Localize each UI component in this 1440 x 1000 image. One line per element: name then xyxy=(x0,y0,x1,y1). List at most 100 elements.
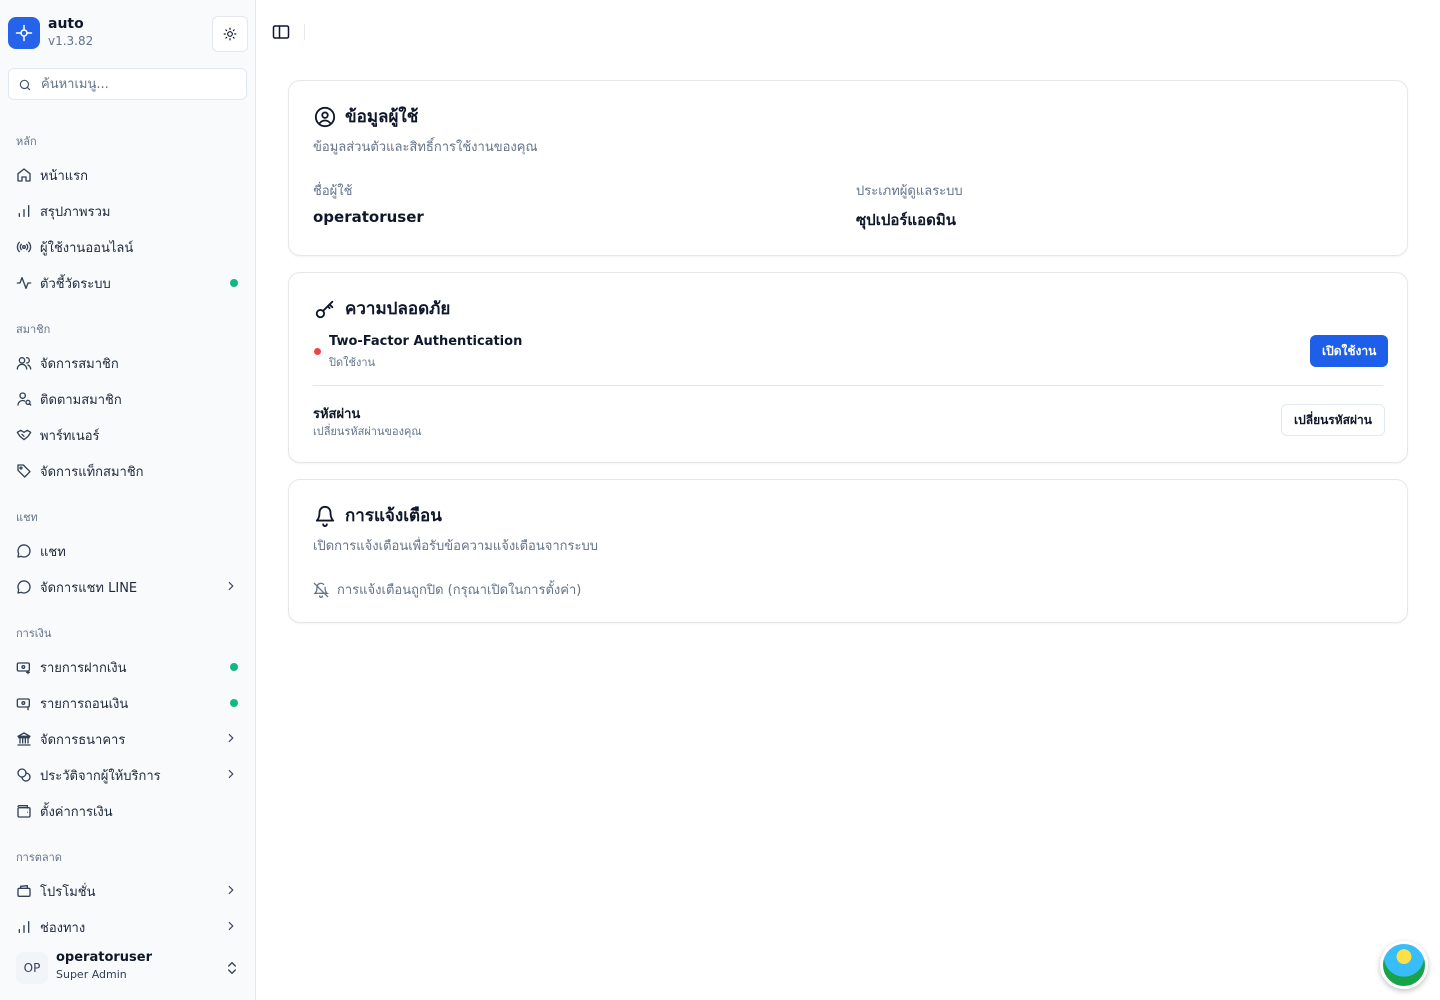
sidebar-item-online-users[interactable]: ผู้ใช้งานออนไลน์ xyxy=(8,231,248,263)
bar-chart-icon xyxy=(16,203,32,219)
wallet-out-icon xyxy=(16,695,32,711)
sidebar-item-partners[interactable]: พาร์ทเนอร์ xyxy=(8,419,248,451)
change-password-button[interactable]: เปลี่ยนรหัสผ่าน xyxy=(1281,404,1385,436)
sidebar-item-label: จัดการแชท LINE xyxy=(40,580,138,596)
sidebar-item-label: โปรโมชั่น xyxy=(40,884,96,900)
sidebar-item-label: พาร์ทเนอร์ xyxy=(40,428,100,444)
wallet-in-icon xyxy=(16,659,32,675)
sidebar-item-label: รายการฝากเงิน xyxy=(40,660,127,676)
theme-toggle-button[interactable] xyxy=(212,16,248,52)
enable-2fa-button[interactable]: เปิดใช้งาน xyxy=(1310,335,1389,367)
sidebar-item-label: ตัวชี้วัดระบบ xyxy=(40,276,111,292)
handshake-icon xyxy=(16,427,32,443)
chevron-right-icon xyxy=(224,579,238,597)
profile-card: ข้อมูลผู้ใช้ ข้อมูลส่วนตัวและสิทธิ์การใช… xyxy=(288,80,1408,256)
sidebar-item-track-members[interactable]: ติดตามสมาชิก xyxy=(8,383,248,415)
nav-group-label-finance: การเงิน xyxy=(16,627,52,640)
notification-card-title: การแจ้งเตือน xyxy=(313,502,442,529)
sidebar-item-banks[interactable]: จัดการธนาคาร xyxy=(8,723,248,755)
sidebar-item-line-chat[interactable]: จัดการแชท LINE xyxy=(8,571,248,603)
sidebar-item-label: ตั้งค่าการเงิน xyxy=(40,804,113,820)
chevron-right-icon xyxy=(224,767,238,785)
password-title: รหัสผ่าน xyxy=(313,407,361,422)
home-icon xyxy=(16,167,32,183)
search-icon xyxy=(18,77,32,96)
sun-icon xyxy=(223,27,237,41)
notification-status: การแจ้งเตือนถูกปิด (กรุณาเปิดในการตั้งค่… xyxy=(313,579,581,600)
sidebar: auto v1.3.82 หลัก หน้าแรก สรุปภาพรวม ผู้… xyxy=(0,0,256,1000)
nav-group-label-members: สมาชิก xyxy=(16,323,51,336)
divider xyxy=(313,385,1383,386)
bar-chart-icon xyxy=(16,919,32,935)
floating-widget-button[interactable] xyxy=(1380,941,1428,989)
chevron-right-icon xyxy=(224,883,238,901)
bell-off-icon xyxy=(313,582,329,598)
sidebar-item-home[interactable]: หน้าแรก xyxy=(8,159,248,191)
twofa-status: ปิดใช้งาน xyxy=(329,356,376,369)
sidebar-item-channels[interactable]: ช่องทาง xyxy=(8,911,248,943)
twofa-status-dot xyxy=(314,348,321,355)
sidebar-item-label: ช่องทาง xyxy=(40,920,86,936)
sidebar-item-label: ประวัติจากผู้ให้บริการ xyxy=(40,768,161,784)
activity-icon xyxy=(16,275,32,291)
chevron-right-icon xyxy=(224,731,238,749)
notification-status-text: การแจ้งเตือนถูกปิด (กรุณาเปิดในการตั้งค่… xyxy=(337,583,582,598)
sidebar-item-member-tags[interactable]: จัดการแท็กสมาชิก xyxy=(8,455,248,487)
profile-card-description: ข้อมูลส่วนตัวและสิทธิ์การใช้งานของคุณ xyxy=(313,140,538,155)
tag-icon xyxy=(16,463,32,479)
password-subtitle: เปลี่ยนรหัสผ่านของคุณ xyxy=(313,425,422,438)
sidebar-item-system-metrics[interactable]: ตัวชี้วัดระบบ xyxy=(8,267,248,299)
sidebar-item-label: ผู้ใช้งานออนไลน์ xyxy=(40,240,134,256)
search-input[interactable] xyxy=(41,69,241,99)
sidebar-item-finance-settings[interactable]: ตั้งค่าการเงิน xyxy=(8,795,248,827)
profile-card-title: ข้อมูลผู้ใช้ xyxy=(313,103,418,130)
message-circle-icon xyxy=(16,543,32,559)
menu-search xyxy=(8,68,247,100)
sidebar-toggle-icon[interactable] xyxy=(272,24,292,40)
sidebar-item-label: จัดการแท็กสมาชิก xyxy=(40,464,144,480)
wallet-icon xyxy=(16,803,32,819)
user-name: operatoruser xyxy=(56,950,153,965)
security-card-title-text: ความปลอดภัย xyxy=(345,299,451,319)
chevrons-up-down-icon xyxy=(224,960,240,980)
sidebar-item-withdrawals[interactable]: รายการถอนเงิน xyxy=(8,687,248,719)
status-dot xyxy=(230,663,238,671)
nav-group-label-main: หลัก xyxy=(16,135,37,148)
sidebar-item-overview[interactable]: สรุปภาพรวม xyxy=(8,195,248,227)
status-dot xyxy=(230,279,238,287)
admin-type-label: ประเภทผู้ดูแลระบบ xyxy=(856,184,963,199)
ticket-icon xyxy=(16,883,32,899)
sidebar-item-promotions[interactable]: โปรโมชั่น xyxy=(8,875,248,907)
message-circle-icon xyxy=(16,579,32,595)
status-dot xyxy=(230,699,238,707)
username-label: ชื่อผู้ใช้ xyxy=(313,184,353,199)
radio-icon xyxy=(16,239,32,255)
brand-name: auto xyxy=(48,16,84,32)
security-card: ความปลอดภัย Two-Factor Authentication ปิ… xyxy=(288,272,1408,463)
sidebar-item-label: สรุปภาพรวม xyxy=(40,204,111,220)
notification-card-description: เปิดการแจ้งเตือนเพื่อรับข้อความแจ้งเตือน… xyxy=(313,539,599,554)
admin-type-value: ซุปเปอร์แอดมิน xyxy=(856,211,956,229)
notification-card: การแจ้งเตือน เปิดการแจ้งเตือนเพื่อรับข้อ… xyxy=(288,479,1408,623)
profile-card-title-text: ข้อมูลผู้ใช้ xyxy=(345,107,419,127)
sidebar-item-manage-members[interactable]: จัดการสมาชิก xyxy=(8,347,248,379)
brand: auto v1.3.82 xyxy=(8,16,248,52)
nav-group-label-marketing: การตลาด xyxy=(16,851,62,864)
header-divider xyxy=(304,24,305,40)
twofa-title: Two-Factor Authentication xyxy=(329,334,523,349)
sidebar-item-label: แชท xyxy=(40,544,66,560)
user-search-icon xyxy=(16,391,32,407)
sidebar-item-chat[interactable]: แชท xyxy=(8,535,248,567)
coins-icon xyxy=(16,767,32,783)
notification-card-title-text: การแจ้งเตือน xyxy=(345,506,442,526)
sidebar-item-label: จัดการสมาชิก xyxy=(40,356,119,372)
sidebar-item-label: หน้าแรก xyxy=(40,168,88,184)
chevron-right-icon xyxy=(224,919,238,937)
brand-logo-icon[interactable] xyxy=(8,17,40,49)
user-role: Super Admin xyxy=(56,968,127,981)
sidebar-item-label: ติดตามสมาชิก xyxy=(40,392,122,408)
sidebar-item-deposits[interactable]: รายการฝากเงิน xyxy=(8,651,248,683)
user-circle-icon xyxy=(313,105,337,129)
sidebar-item-provider-history[interactable]: ประวัติจากผู้ให้บริการ xyxy=(8,759,248,791)
user-menu-button[interactable]: OP operatoruser Super Admin xyxy=(8,948,248,988)
